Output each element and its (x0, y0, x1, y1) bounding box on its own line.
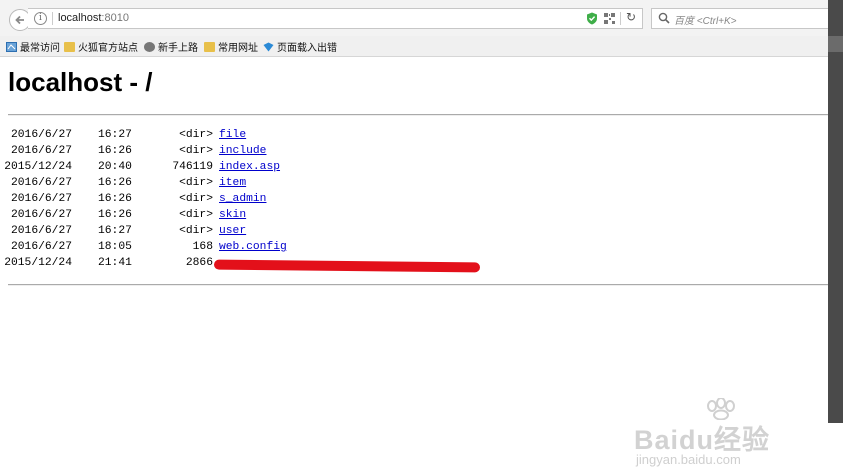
entry-size: 746119 (172, 161, 213, 173)
entry-date: 2016/6/27 (10, 129, 72, 141)
entry-time: 21:41 (98, 257, 132, 269)
security-shield-icon[interactable] (586, 12, 598, 25)
folder-icon (204, 41, 215, 52)
entry-time: 16:26 (98, 209, 132, 221)
bookmarks-bar: 最常访问 火狐官方站点 新手上路 常用网址 页面载入出错 (0, 36, 828, 57)
entry-size: <dir> (179, 145, 213, 157)
top-divider (8, 114, 828, 116)
entry-size: <dir> (179, 129, 213, 141)
entry-date: 2016/6/27 (10, 209, 72, 221)
site-info-icon[interactable]: i (34, 12, 47, 25)
entry-size: 2866 (185, 257, 213, 269)
bookmark-label: 最常访问 (20, 43, 60, 54)
entry-size: <dir> (179, 177, 213, 189)
redaction-mark (213, 259, 481, 273)
entry-size: 168 (192, 241, 213, 253)
paw-icon (707, 398, 735, 420)
navigation-bar: i localhost:8010 ↻ 百度 <Ctrl+K> (0, 0, 828, 37)
entry-time: 16:27 (98, 129, 132, 141)
page-content: localhost - / 2016/6/27 16:27 <dir> file… (0, 57, 828, 467)
entry-date: 2016/6/27 (10, 241, 72, 253)
entry-date: 2016/6/27 (10, 193, 72, 205)
bookmark-label: 火狐官方站点 (78, 43, 138, 54)
entry-link[interactable]: item (219, 177, 246, 189)
entry-link[interactable]: index.asp (219, 161, 280, 173)
baidu-jingyan-watermark: Baidu经验 jingyan.baidu.com (632, 398, 812, 474)
bookmark-label: 新手上路 (158, 43, 198, 54)
search-bar[interactable]: 百度 <Ctrl+K> (651, 8, 828, 29)
entry-link[interactable]: web.config (219, 241, 287, 253)
entry-date: 2016/6/27 (10, 225, 72, 237)
entry-link[interactable]: file (219, 129, 246, 141)
entry-link[interactable]: s_admin (219, 193, 266, 205)
bottom-divider (8, 284, 828, 286)
bookmark-firefox-site[interactable]: 火狐官方站点 (64, 39, 138, 54)
qr-code-icon[interactable] (604, 13, 615, 24)
entry-date: 2015/12/24 (4, 257, 72, 269)
entry-time: 18:05 (98, 241, 132, 253)
watermark-site: jingyan.baidu.com (636, 452, 741, 467)
address-separator (52, 12, 53, 25)
url-host: localhost (58, 12, 102, 24)
entry-time: 16:27 (98, 225, 132, 237)
entry-link[interactable]: include (219, 145, 266, 157)
window-edge-band (828, 36, 843, 52)
address-separator-2 (620, 12, 621, 25)
entry-time: 20:40 (98, 161, 132, 173)
address-bar[interactable]: i localhost:8010 ↻ (28, 8, 643, 29)
url-port: :8010 (101, 12, 129, 24)
search-icon[interactable] (658, 12, 670, 24)
refresh-icon[interactable]: ↻ (626, 10, 636, 24)
error-page-icon (263, 42, 274, 51)
bookmark-common-sites[interactable]: 常用网址 (204, 39, 258, 54)
entry-size: <dir> (179, 225, 213, 237)
entry-size: <dir> (179, 209, 213, 221)
entry-size: <dir> (179, 193, 213, 205)
entry-link[interactable]: skin (219, 209, 246, 221)
entry-date: 2016/6/27 (10, 177, 72, 189)
folder-icon (64, 41, 75, 52)
frequent-icon (6, 41, 17, 52)
bookmark-most-visited[interactable]: 最常访问 (6, 39, 60, 54)
page-title: localhost - / (8, 67, 153, 97)
bookmark-label: 页面载入出错 (277, 43, 337, 54)
globe-icon (144, 41, 155, 52)
entry-time: 16:26 (98, 145, 132, 157)
bookmark-label: 常用网址 (218, 43, 258, 54)
url-text[interactable]: localhost:8010 (58, 12, 129, 24)
entry-date: 2015/12/24 (4, 161, 72, 173)
bookmark-getting-started[interactable]: 新手上路 (144, 39, 198, 54)
bookmark-page-load-error[interactable]: 页面载入出错 (263, 39, 337, 54)
search-input[interactable]: 百度 <Ctrl+K> (674, 12, 737, 27)
entry-date: 2016/6/27 (10, 145, 72, 157)
entry-time: 16:26 (98, 193, 132, 205)
entry-link[interactable]: user (219, 225, 246, 237)
window-edge (828, 0, 843, 423)
back-arrow-icon (15, 15, 24, 25)
entry-time: 16:26 (98, 177, 132, 189)
